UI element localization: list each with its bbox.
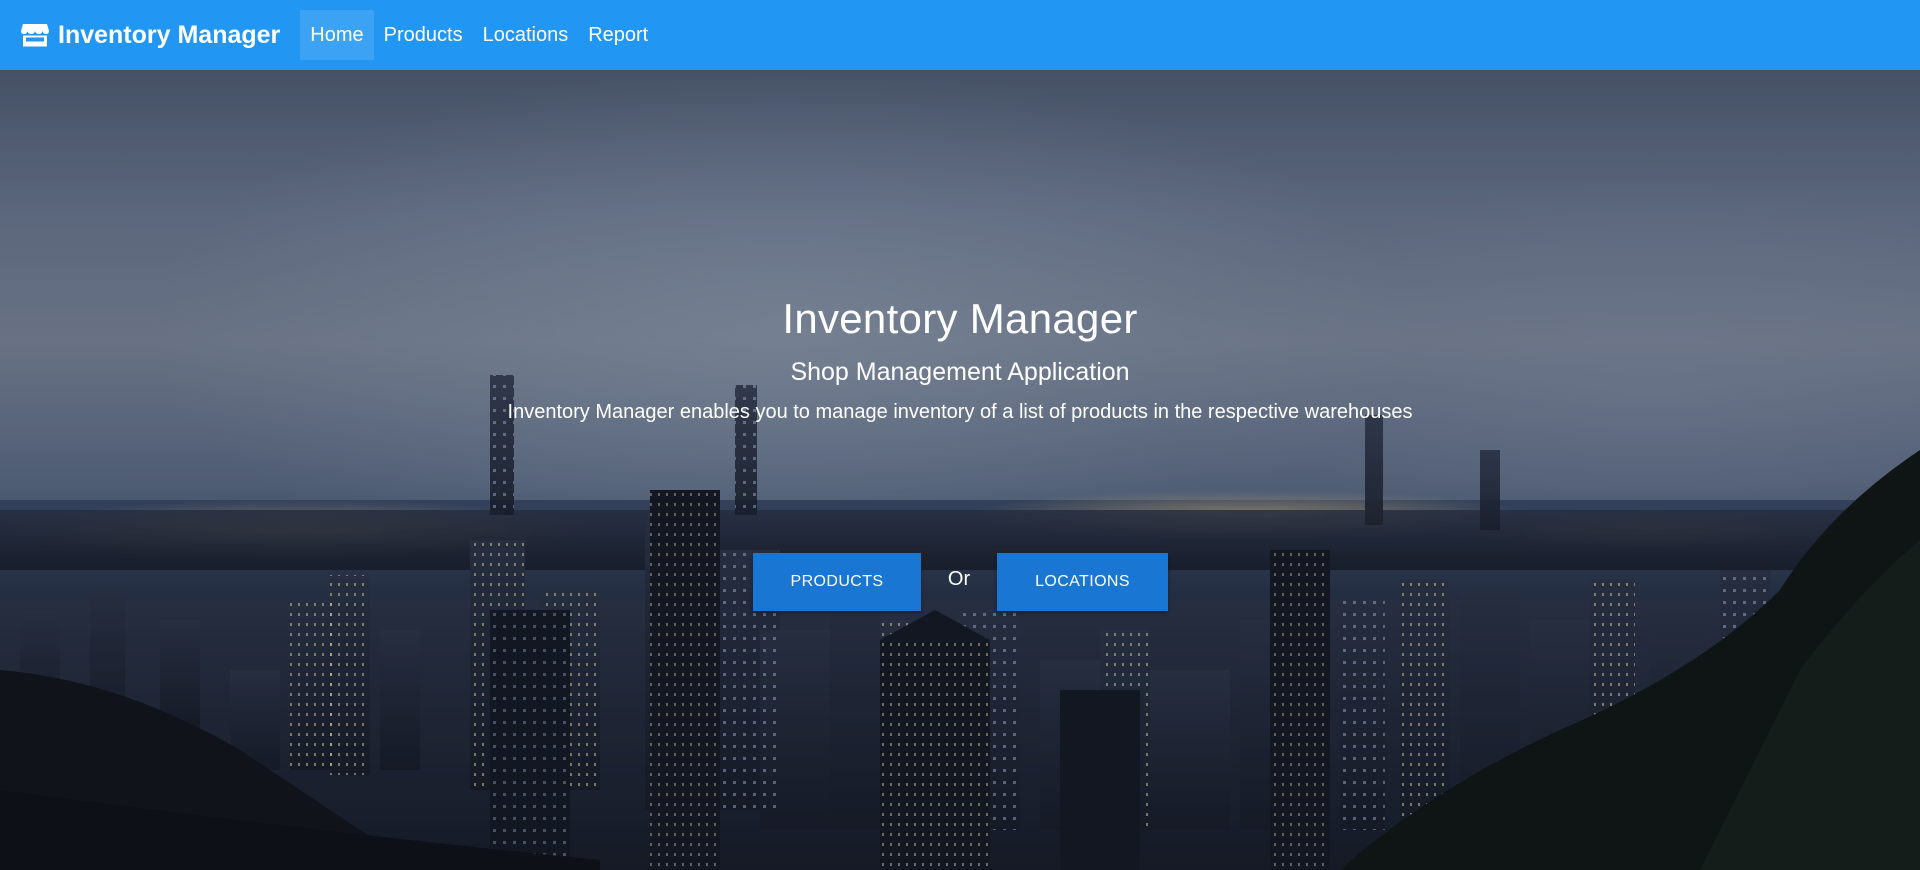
hero-description: Inventory Manager enables you to manage … — [507, 401, 1413, 423]
top-navbar: Inventory Manager Home Products Location… — [0, 0, 1920, 70]
hero-overlay — [0, 70, 1920, 870]
hero-subtitle: Shop Management Application — [790, 358, 1130, 386]
store-icon — [20, 22, 50, 48]
nav-item-home[interactable]: Home — [300, 10, 374, 60]
nav-item-locations[interactable]: Locations — [473, 10, 579, 60]
nav-item-report[interactable]: Report — [578, 10, 658, 60]
or-separator: Or — [947, 567, 971, 590]
products-button[interactable]: PRODUCTS — [753, 553, 921, 611]
nav-item-products[interactable]: Products — [374, 10, 473, 60]
cta-row: PRODUCTS Or LOCATIONS — [0, 553, 1920, 611]
locations-button[interactable]: LOCATIONS — [997, 553, 1168, 611]
brand-title: Inventory Manager — [58, 20, 281, 49]
brand-link[interactable]: Inventory Manager — [20, 21, 280, 50]
nav-menu: Home Products Locations Report — [300, 0, 658, 70]
hero-title: Inventory Manager — [782, 295, 1138, 342]
hero-section: Inventory Manager Shop Management Applic… — [0, 70, 1920, 870]
